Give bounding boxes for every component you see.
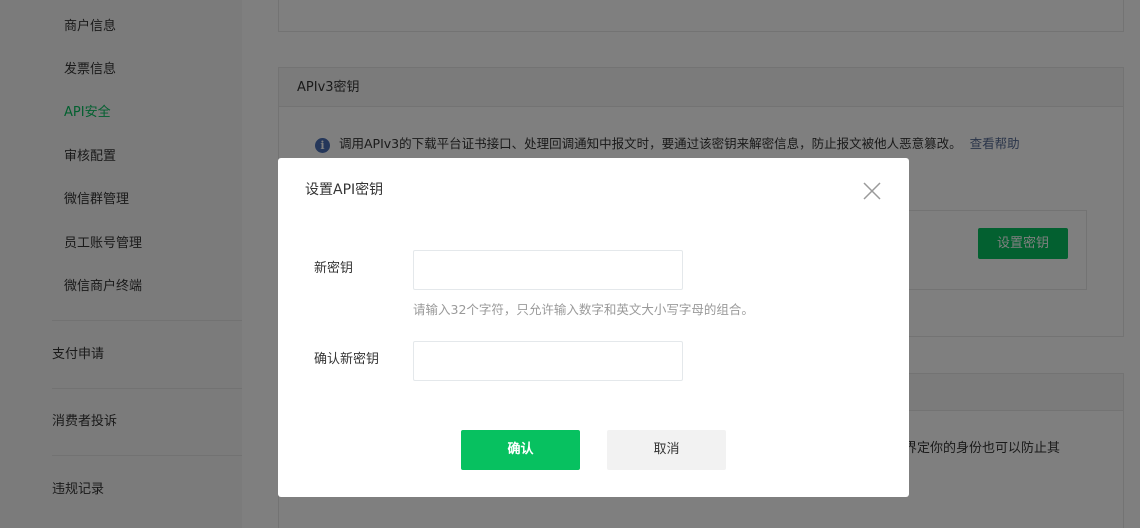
new-key-label: 新密钥 <box>314 261 354 276</box>
confirm-key-label: 确认新密钥 <box>314 352 380 367</box>
page: 商户信息 发票信息 API安全 审核配置 微信群管理 员工账号管理 微信商户终端… <box>0 0 1140 528</box>
cancel-button[interactable]: 取消 <box>607 430 726 470</box>
set-api-key-dialog: 设置API密钥 新密钥 请输入32个字符，只允许输入数字和英文大小写字母的组合。… <box>278 158 909 497</box>
close-icon[interactable] <box>862 181 882 201</box>
key-format-hint: 请输入32个字符，只允许输入数字和英文大小写字母的组合。 <box>413 302 754 317</box>
new-key-input[interactable] <box>413 250 683 290</box>
confirm-key-input[interactable] <box>413 341 683 381</box>
dialog-title: 设置API密钥 <box>305 182 384 198</box>
confirm-button[interactable]: 确认 <box>461 430 580 470</box>
